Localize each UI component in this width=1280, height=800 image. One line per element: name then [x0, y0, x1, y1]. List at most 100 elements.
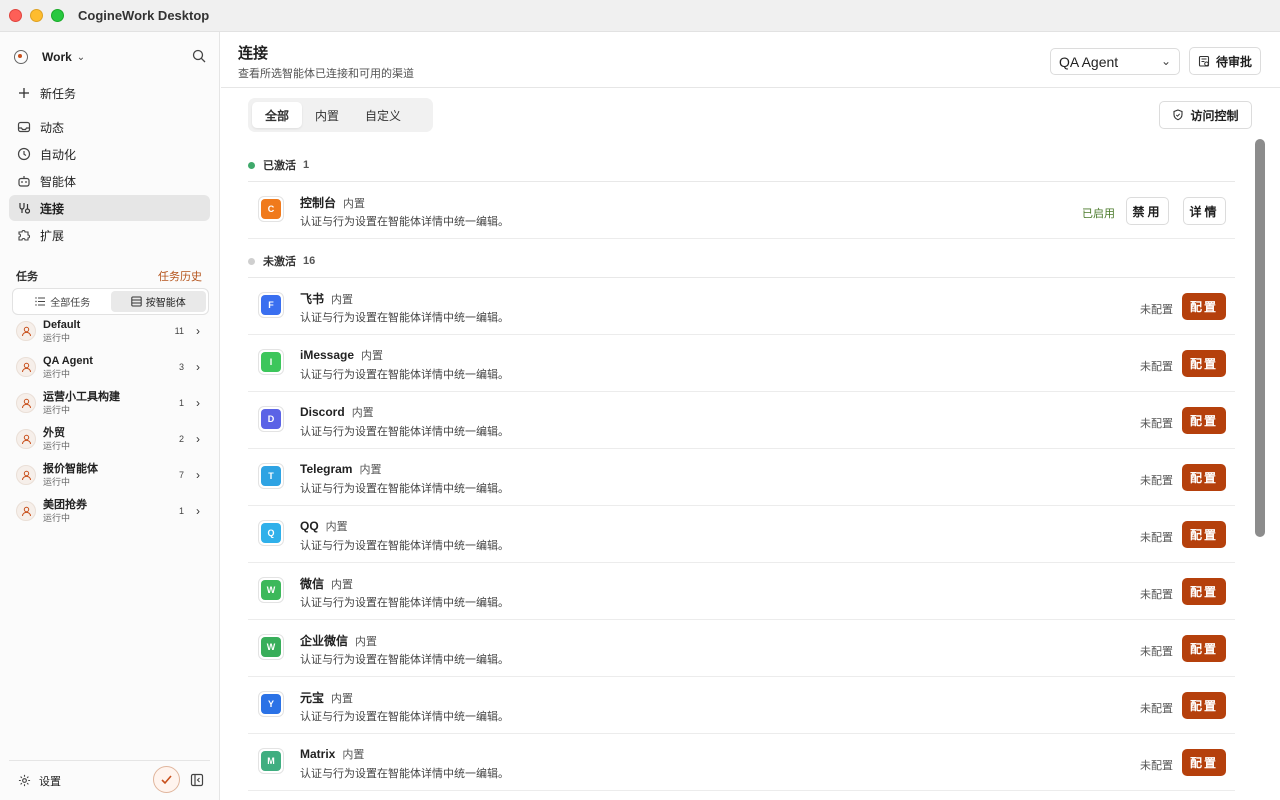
chevron-right-icon: › [196, 360, 200, 374]
list-icon [35, 297, 46, 306]
agent-task-count: 1 [178, 398, 184, 408]
nav-extensions[interactable]: 扩展 [9, 222, 210, 248]
task-check-button[interactable] [153, 766, 180, 793]
agent-name: 报价智能体 [43, 463, 98, 475]
tab-builtin[interactable]: 内置 [302, 102, 352, 128]
avatar [16, 321, 36, 341]
agent-name: Default [43, 319, 81, 331]
agent-row[interactable]: 运营小工具构建 运行中 1 › [16, 388, 206, 418]
agent-row[interactable]: Default 运行中 11 › [16, 316, 206, 346]
connection-description: 认证与行为设置在智能体详情中统一编辑。 [300, 654, 509, 666]
window-controls [9, 9, 64, 22]
connection-status: 未配置 [1140, 646, 1173, 658]
page-title: 连接 [238, 45, 269, 62]
configure-button[interactable]: 配置 [1182, 293, 1226, 320]
zoom-window-button[interactable] [51, 9, 64, 22]
agent-row[interactable]: 报价智能体 运行中 7 › [16, 460, 206, 490]
workspace-logo-icon [14, 50, 28, 64]
nav-connections[interactable]: 连接 [9, 195, 210, 221]
pending-approval-button[interactable]: 待审批 [1189, 47, 1261, 75]
pending-approval-label: 待审批 [1215, 54, 1252, 69]
configure-button[interactable]: 配置 [1182, 407, 1226, 434]
sidebar: Work ⌄ 新任务 动态 自动化 智能体 连接 扩展 任务 任务历史 全部任务… [0, 32, 220, 800]
connection-row: D Discord 内置 认证与行为设置在智能体详情中统一编辑。 未配置 配置 [248, 392, 1235, 449]
avatar [16, 465, 36, 485]
connection-logo-icon: W [258, 634, 284, 660]
connection-logo-letter: W [261, 580, 281, 600]
connection-name: 元宝 [300, 691, 325, 705]
filter-by-agent[interactable]: 按智能体 [110, 291, 206, 312]
task-history-link[interactable]: 任务历史 [158, 268, 202, 284]
nav-agents[interactable]: 智能体 [9, 168, 210, 194]
inactive-group-header: 未激活 16 [248, 253, 315, 269]
agent-row[interactable]: 外贸 运行中 2 › [16, 424, 206, 454]
configure-button[interactable]: 配置 [1182, 521, 1226, 548]
details-button[interactable]: 详情 [1183, 197, 1226, 225]
connection-description: 认证与行为设置在智能体详情中统一编辑。 [300, 483, 509, 495]
minimize-window-button[interactable] [30, 9, 43, 22]
filter-all-tasks[interactable]: 全部任务 [15, 291, 111, 312]
tab-all[interactable]: 全部 [252, 102, 303, 128]
connection-description: 认证与行为设置在智能体详情中统一编辑。 [300, 312, 509, 324]
connection-tag: 内置 [331, 693, 354, 705]
nav-label: 自动化 [40, 147, 77, 162]
agent-row[interactable]: 美团抢券 运行中 1 › [16, 496, 206, 526]
nav-label: 连接 [40, 201, 65, 216]
configure-button[interactable]: 配置 [1182, 350, 1226, 377]
agent-select-dropdown[interactable]: QA Agent ⌄ [1050, 48, 1180, 75]
connection-tag: 内置 [331, 294, 354, 306]
search-icon[interactable] [192, 49, 206, 63]
access-control-label: 访问控制 [1190, 108, 1239, 123]
filter-by-agent-label: 按智能体 [145, 298, 186, 309]
tab-custom[interactable]: 自定义 [352, 102, 414, 128]
access-control-button[interactable]: 访问控制 [1159, 101, 1252, 129]
nav-label: 动态 [40, 120, 65, 135]
user-icon [21, 398, 31, 408]
configure-button[interactable]: 配置 [1182, 692, 1226, 719]
configure-button[interactable]: 配置 [1182, 464, 1226, 491]
close-window-button[interactable] [9, 9, 22, 22]
connection-logo-icon: F [258, 292, 284, 318]
connection-logo-letter: I [261, 352, 281, 372]
connection-logo-letter: W [261, 637, 281, 657]
connection-tag: 内置 [342, 749, 365, 761]
agent-row[interactable]: QA Agent 运行中 3 › [16, 352, 206, 382]
nav-activity[interactable]: 动态 [9, 114, 210, 140]
disable-button[interactable]: 禁用 [1126, 197, 1169, 225]
connection-logo-letter: Q [261, 523, 281, 543]
chevron-down-icon: ⌄ [76, 51, 86, 63]
shield-icon [1173, 109, 1184, 121]
active-group-header: 已激活 1 [248, 157, 309, 173]
content-scrollbar[interactable] [1255, 139, 1265, 537]
gear-icon [18, 774, 31, 787]
connection-name: 控制台 [300, 196, 337, 210]
nav-automation[interactable]: 自动化 [9, 141, 210, 167]
task-filter-toggle: 全部任务 按智能体 [12, 288, 209, 315]
settings-button[interactable]: 设置 [18, 773, 61, 789]
connection-name: 微信 [300, 577, 325, 591]
connection-row: W 企业微信 内置 认证与行为设置在智能体详情中统一编辑。 未配置 配置 [248, 620, 1235, 677]
connection-description: 认证与行为设置在智能体详情中统一编辑。 [300, 768, 509, 780]
configure-button[interactable]: 配置 [1182, 578, 1226, 605]
user-icon [21, 506, 31, 516]
connection-logo-letter: Y [261, 694, 281, 714]
agent-task-count: 1 [178, 506, 184, 516]
connection-name: 飞书 [300, 292, 325, 306]
connection-tag: 内置 [331, 579, 354, 591]
collapse-sidebar-icon[interactable] [190, 773, 204, 787]
workspace-name: Work [42, 50, 72, 64]
connection-logo-icon: C [258, 196, 284, 222]
connection-tabs: 全部 内置 自定义 [248, 98, 433, 132]
connection-logo-icon: T [258, 463, 284, 489]
connection-logo-icon: Y [258, 691, 284, 717]
chevron-right-icon: › [196, 468, 200, 482]
configure-button[interactable]: 配置 [1182, 749, 1226, 776]
workspace-switcher[interactable]: Work ⌄ [14, 46, 206, 68]
inactive-group-label: 未激活 [263, 256, 296, 268]
connection-status: 未配置 [1140, 361, 1173, 373]
connection-logo-letter: D [261, 409, 281, 429]
nav-new-task[interactable]: 新任务 [9, 80, 210, 106]
configure-button[interactable]: 配置 [1182, 635, 1226, 662]
chevron-right-icon: › [196, 432, 200, 446]
connection-logo-icon: W [258, 577, 284, 603]
